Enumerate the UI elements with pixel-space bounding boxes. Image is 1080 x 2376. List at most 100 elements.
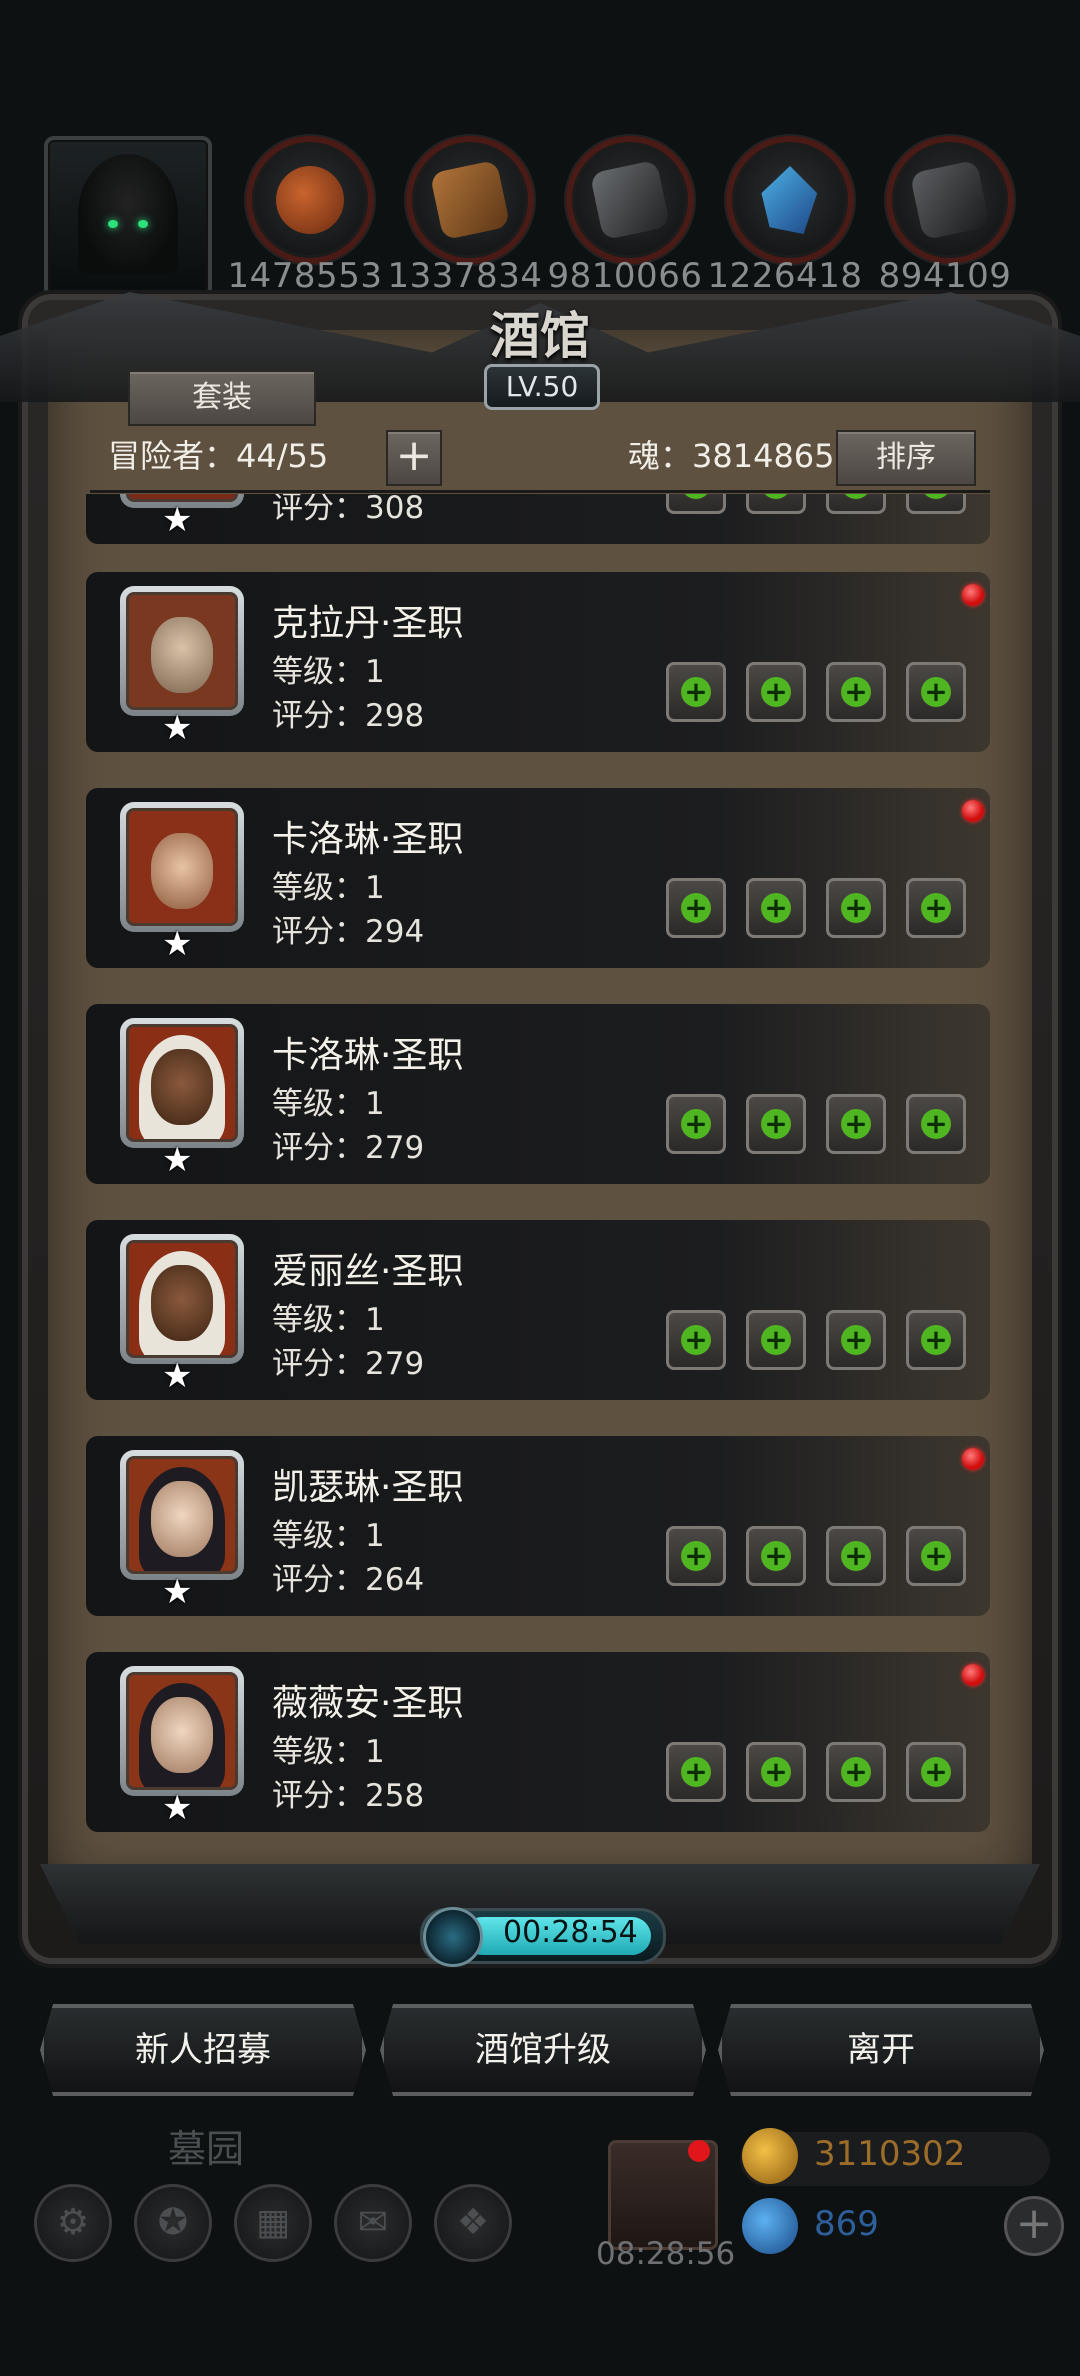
hero-level: 等级：1 <box>272 870 385 906</box>
tavern-level-badge: LV.50 <box>484 364 600 410</box>
eye-icon <box>108 220 118 228</box>
equip-slot-accessory[interactable]: + <box>826 878 886 938</box>
equip-slot-armor[interactable]: + <box>746 1094 806 1154</box>
equip-slot-ring[interactable]: + <box>906 1310 966 1370</box>
equip-slot-weapon[interactable]: + <box>666 878 726 938</box>
gold-coin-icon <box>742 2128 798 2184</box>
add-icon: + <box>681 893 711 923</box>
add-icon: + <box>681 677 711 707</box>
equip-slot-armor[interactable]: + <box>746 1526 806 1586</box>
achievement-icon[interactable]: ✪ <box>134 2184 212 2262</box>
refresh-timer: 00:28:54 <box>420 1907 666 1967</box>
equip-slot-weapon[interactable]: + <box>666 1310 726 1370</box>
mail-icon[interactable]: ✉ <box>334 2184 412 2262</box>
add-icon: + <box>841 1541 871 1571</box>
hero-card[interactable]: ★ 评分：308 + + + + <box>86 494 990 544</box>
crystal-count: 1226418 <box>707 256 863 296</box>
map-icon[interactable]: ▦ <box>234 2184 312 2262</box>
equip-slot-ring[interactable]: + <box>906 1742 966 1802</box>
add-slot-button[interactable]: + <box>386 430 442 486</box>
star-icon: ★ <box>162 708 193 748</box>
add-icon: + <box>761 1109 791 1139</box>
equip-slot-weapon[interactable]: + <box>666 494 726 514</box>
add-icon: + <box>761 1325 791 1355</box>
hero-card[interactable]: ★ 薇薇安·圣职 等级：1 评分：258 + + + + <box>86 1652 990 1832</box>
add-icon: + <box>681 1541 711 1571</box>
set-button[interactable]: 套装 <box>128 370 316 426</box>
hero-card[interactable]: ★ 卡洛琳·圣职 等级：1 评分：279 + + + + <box>86 1004 990 1184</box>
hero-list[interactable]: ★ 评分：308 + + + + ★ 克拉丹·圣职 等级：1 评分：298 + … <box>86 494 990 1868</box>
recruit-button[interactable]: 新人招募 <box>40 2004 366 2096</box>
equip-slot-accessory[interactable]: + <box>826 1310 886 1370</box>
equip-slot-weapon[interactable]: + <box>666 1094 726 1154</box>
equip-slot-armor[interactable]: + <box>746 878 806 938</box>
equip-slot-ring[interactable]: + <box>906 1094 966 1154</box>
equip-slot-accessory[interactable]: + <box>826 662 886 722</box>
hero-level: 等级：1 <box>272 1518 385 1554</box>
star-icon: ★ <box>162 1140 193 1180</box>
crystal-resource[interactable] <box>726 136 854 264</box>
hero-card[interactable]: ★ 克拉丹·圣职 等级：1 评分：298 + + + + <box>86 572 990 752</box>
wood-icon <box>429 159 511 241</box>
equip-slot-armor[interactable]: + <box>746 1742 806 1802</box>
add-icon: + <box>921 677 951 707</box>
gem-icon <box>742 2198 798 2254</box>
add-icon: + <box>921 1325 951 1355</box>
eye-icon <box>138 220 148 228</box>
area-label: 墓园 <box>168 2127 245 2171</box>
hero-card[interactable]: ★ 凯瑟琳·圣职 等级：1 评分：264 + + + + <box>86 1436 990 1616</box>
notification-dot <box>962 1664 984 1686</box>
nun-face <box>151 1481 213 1557</box>
add-icon: + <box>921 1109 951 1139</box>
hero-card[interactable]: ★ 卡洛琳·圣职 等级：1 评分：294 + + + + <box>86 788 990 968</box>
equip-slot-accessory[interactable]: + <box>826 1742 886 1802</box>
notification-dot <box>962 1448 984 1470</box>
notification-dot <box>962 800 984 822</box>
meat-icon <box>276 166 344 234</box>
equip-slot-accessory[interactable]: + <box>826 1526 886 1586</box>
hero-portrait[interactable] <box>120 586 244 716</box>
equip-slot-ring[interactable]: + <box>906 494 966 514</box>
equip-slot-ring[interactable]: + <box>906 1526 966 1586</box>
hero-portrait[interactable] <box>120 1450 244 1580</box>
settings-gear-icon[interactable]: ⚙ <box>34 2184 112 2262</box>
sort-button[interactable]: 排序 <box>836 430 976 486</box>
add-currency-button[interactable]: + <box>1004 2196 1064 2256</box>
hero-score: 评分：258 <box>272 1778 425 1814</box>
equip-slot-ring[interactable]: + <box>906 662 966 722</box>
hero-portrait[interactable] <box>120 1666 244 1796</box>
player-avatar[interactable] <box>44 136 212 298</box>
equip-slot-armor[interactable]: + <box>746 662 806 722</box>
tavern-upgrade-button[interactable]: 酒馆升级 <box>380 2004 706 2096</box>
equip-slot-accessory[interactable]: + <box>826 494 886 514</box>
equip-slot-accessory[interactable]: + <box>826 1094 886 1154</box>
hero-portrait[interactable] <box>120 1018 244 1148</box>
hero-portrait[interactable] <box>120 1234 244 1364</box>
hero-score: 评分：298 <box>272 698 425 734</box>
iron-resource[interactable] <box>566 136 694 264</box>
timer-text: 00:28:54 <box>503 1915 638 1950</box>
gift-timer: 08:28:56 <box>596 2236 736 2272</box>
add-icon: + <box>681 1757 711 1787</box>
equip-slot-armor[interactable]: + <box>746 1310 806 1370</box>
coal-resource[interactable] <box>886 136 1014 264</box>
hero-card[interactable]: ★ 爱丽丝·圣职 等级：1 评分：279 + + + + <box>86 1220 990 1400</box>
equip-slot-ring[interactable]: + <box>906 878 966 938</box>
equip-slot-armor[interactable]: + <box>746 494 806 514</box>
meat-count: 1478553 <box>227 256 383 296</box>
add-icon: + <box>681 1325 711 1355</box>
hero-portrait[interactable] <box>120 802 244 932</box>
equip-slot-weapon[interactable]: + <box>666 1526 726 1586</box>
gem-amount: 869 <box>814 2204 879 2244</box>
nun-face <box>151 1697 213 1773</box>
equip-slot-weapon[interactable]: + <box>666 662 726 722</box>
wood-resource[interactable] <box>406 136 534 264</box>
meat-resource[interactable] <box>246 136 374 264</box>
star-icon: ★ <box>162 1788 193 1828</box>
hero-level: 等级：1 <box>272 1086 385 1122</box>
add-icon: + <box>681 494 711 499</box>
leave-button[interactable]: 离开 <box>718 2004 1044 2096</box>
equip-slot-weapon[interactable]: + <box>666 1742 726 1802</box>
star-icon: ★ <box>162 1356 193 1396</box>
inventory-icon[interactable]: ❖ <box>434 2184 512 2262</box>
